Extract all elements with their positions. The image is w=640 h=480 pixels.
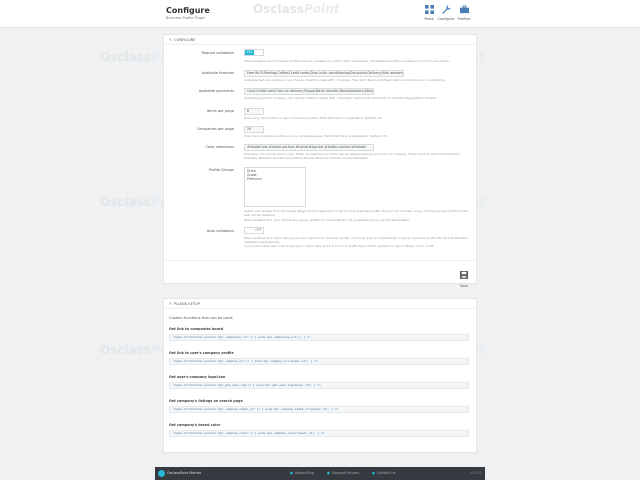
available-features-help: Available features company can choose. D…	[244, 78, 445, 82]
require-validation-help: When enabled, each business profile must…	[244, 59, 450, 63]
configure-heading: ✎ CONFIGURE	[164, 35, 476, 45]
companies-per-page-help: How many companies show on one companies…	[244, 134, 387, 138]
footer-link-support[interactable]: ● Support Forums	[327, 471, 359, 475]
panel-footer	[164, 260, 476, 261]
profile-groups-select[interactable]: Drive Guest Premium	[244, 167, 306, 207]
available-payments-label: Available payments	[198, 89, 234, 93]
briefcase-icon	[459, 5, 469, 14]
profile-groups-help-2: When enabled and your choose any group, …	[244, 218, 410, 222]
hook-title: Get user's company logo/icon	[169, 375, 226, 379]
color-selections-input[interactable]: #header bar;#home-partner;#home;#top-bar…	[244, 144, 374, 151]
companies-per-page-label: Companies per page	[196, 127, 234, 131]
color-selections-help: Company can choose brand color. Enter cs…	[244, 152, 461, 160]
items-per-page-label: Items per page	[206, 109, 234, 113]
hook-title: Get company's listings on search page	[169, 399, 243, 403]
items-per-page-help: How many items show in user or business …	[244, 116, 382, 120]
admin-footer: OsclassPoint Market ● Report Bug ● Support…	[155, 467, 485, 480]
mail-icon: ●	[372, 471, 376, 475]
available-payments-input[interactable]: Cash;Credit card;Cash on delivery;Paypal…	[244, 88, 374, 95]
plugin-setup-heading: ✎ PLUGIN SETUP	[164, 299, 476, 309]
auto-validation-label: Auto validation	[206, 229, 234, 233]
footer-links: ● Report Bug ● Support Forums ● Contact Us	[290, 471, 408, 475]
footer-link-contact[interactable]: ● Contact Us	[372, 471, 396, 475]
auto-validation-toggle[interactable]: OFF	[244, 227, 264, 234]
available-payments-help: Available payment company can choose. De…	[244, 96, 437, 100]
hook-title: Get link to user's company profile	[169, 351, 234, 355]
hooks-intro: Custom functions that can be used:	[169, 316, 234, 320]
floppy-disk-icon	[460, 271, 468, 279]
available-features-label: Available features	[201, 71, 234, 75]
plugin-setup-panel: ✎ PLUGIN SETUP Custom functions that can …	[163, 298, 477, 453]
color-selections-label: Color selections	[205, 145, 234, 149]
configure-panel: ✎ CONFIGURE Require validation YES When e…	[163, 34, 477, 288]
page-subtitle: Business Profile Plugin	[166, 16, 206, 20]
profile-groups-help: Select user groups from Online Pay Plugi…	[244, 209, 468, 217]
footer-version: v1.0.0	[470, 471, 481, 475]
hook-code: <?php if(function_exists('bpr_company_it…	[169, 406, 469, 413]
support-icon: ●	[327, 471, 330, 475]
wrench-icon	[441, 5, 451, 14]
hook-code: <?php if(function_exists('bpr_company_co…	[169, 430, 469, 437]
save-button[interactable]: Save	[458, 264, 470, 288]
toggle-no[interactable]	[254, 50, 263, 55]
require-validation-label: Require validation	[201, 51, 234, 55]
bug-icon: ●	[290, 471, 293, 475]
items-per-page-input[interactable]: 8	[244, 108, 264, 115]
companies-per-page-input[interactable]: 20	[244, 126, 264, 133]
save-label: Save	[459, 284, 469, 288]
footer-link-report-bug[interactable]: ● Report Bug	[290, 471, 314, 475]
toggle-yes[interactable]	[245, 228, 254, 233]
toolbar-profiles-label: Profiles	[457, 17, 471, 21]
toggle-yes[interactable]: YES	[245, 50, 254, 55]
profile-groups-label: Profile Groups	[208, 168, 234, 172]
page-header: Configure Business Profile Plugin Posts …	[0, 0, 640, 28]
hook-code: <?php if(function_exists('bpr_company_ur…	[169, 358, 469, 365]
available-features-input[interactable]: Free Wi-Fi;Parking;Coffee;Credit cards;D…	[244, 70, 404, 77]
profile-group-option[interactable]: Premium	[247, 177, 303, 181]
hook-title: Get link to companies board	[169, 327, 223, 331]
require-validation-toggle[interactable]: YES	[244, 49, 264, 56]
grid-icon	[424, 5, 434, 14]
pencil-icon: ✎	[169, 302, 173, 306]
page-title: Configure	[166, 6, 210, 15]
auto-validation-help: When enabled and Online Pay groups are r…	[244, 236, 469, 244]
osclasspoint-logo-icon	[158, 470, 165, 477]
footer-brand[interactable]: OsclassPoint Market	[167, 471, 201, 475]
toggle-no[interactable]: OFF	[254, 228, 263, 233]
hook-code: <?php if(function_exists('bpr_companies_…	[169, 334, 469, 341]
hook-title: Get company's brand color	[169, 423, 221, 427]
toolbar-profiles-button[interactable]: Profiles	[453, 5, 475, 21]
hook-code: <?php if(function_exists('bpr_get_user_i…	[169, 382, 469, 389]
pencil-icon: ✎	[169, 38, 173, 42]
auto-validation-help-2: If you have setup also limit on groups i…	[244, 244, 434, 248]
